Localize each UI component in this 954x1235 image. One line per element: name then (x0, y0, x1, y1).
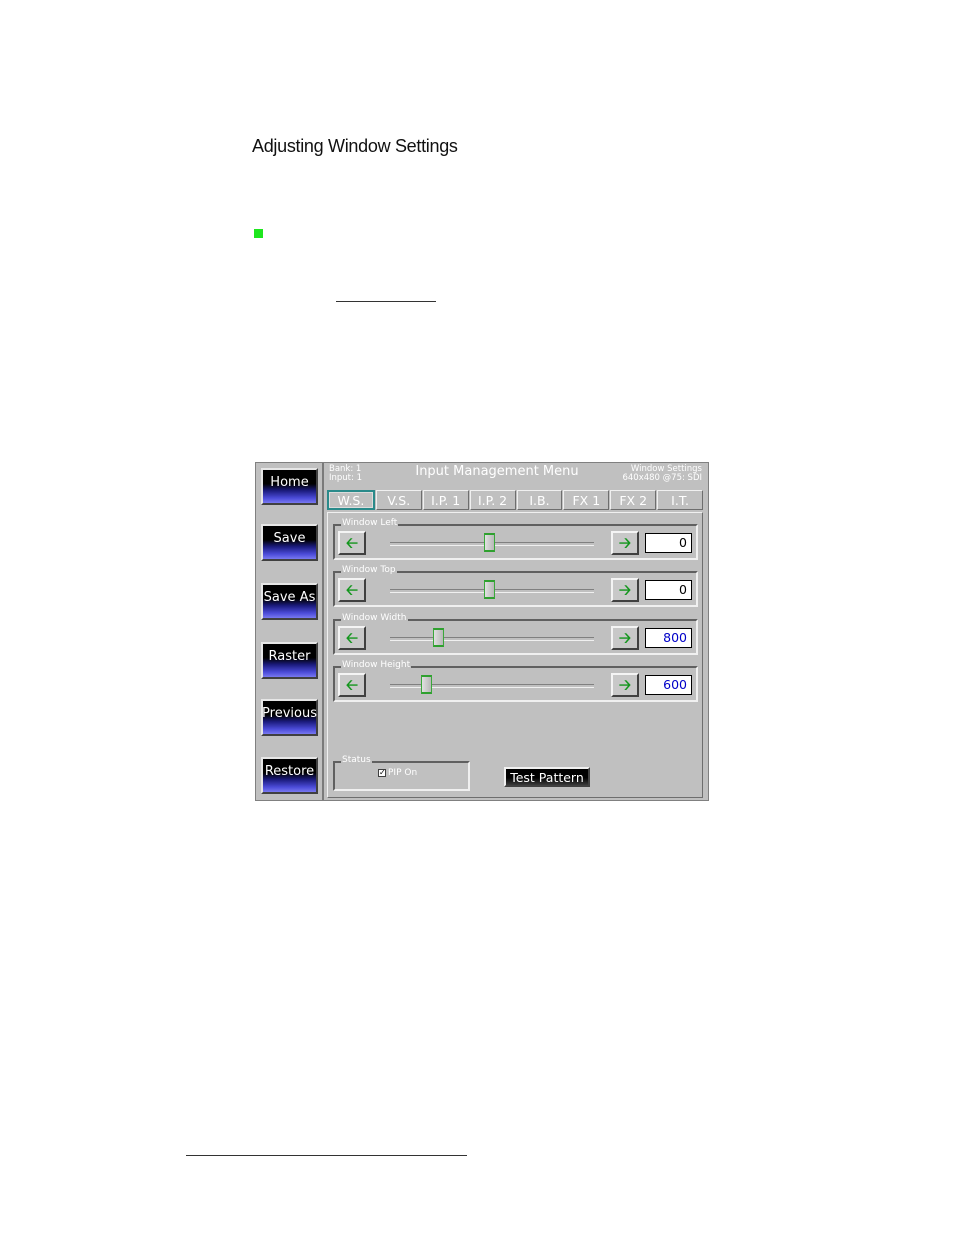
window-width-value[interactable]: 800 (645, 628, 692, 648)
previous-button[interactable]: Previous (261, 699, 318, 736)
window-height-value[interactable]: 600 (645, 675, 692, 695)
right-arrow-icon: 🡢 (618, 533, 632, 552)
underline-rule (336, 301, 436, 302)
tab-it[interactable]: I.T. (657, 490, 703, 510)
right-arrow-icon: 🡢 (618, 675, 632, 694)
status-group: Status ✓ PIP On (333, 755, 470, 791)
bullet-marker (254, 229, 263, 238)
window-width-label: Window Width (341, 613, 408, 623)
window-top-increase-button[interactable]: 🡢 (611, 578, 639, 602)
window-left-label: Window Left (341, 518, 399, 528)
menu-main: Bank: 1 Input: 1 Input Management Menu W… (324, 463, 708, 800)
tab-ib[interactable]: I.B. (516, 490, 563, 510)
tab-ip2[interactable]: I.P. 2 (469, 490, 516, 510)
pip-on-label: PIP On (388, 768, 418, 778)
window-height-decrease-button[interactable]: 🡠 (338, 673, 366, 697)
menu-title: Input Management Menu (415, 464, 579, 479)
left-arrow-icon: 🡠 (345, 628, 359, 647)
window-top-label: Window Top (341, 565, 397, 575)
raster-button[interactable]: Raster (261, 642, 318, 679)
home-button[interactable]: Home (261, 468, 318, 505)
right-arrow-icon: 🡢 (618, 580, 632, 599)
right-arrow-icon: 🡢 (618, 628, 632, 647)
window-top-decrease-button[interactable]: 🡠 (338, 578, 366, 602)
window-width-group: Window Width 🡠 🡢 800 (333, 613, 698, 655)
window-left-decrease-button[interactable]: 🡠 (338, 531, 366, 555)
tab-fx2[interactable]: FX 2 (610, 490, 657, 510)
section-heading: Adjusting Window Settings (252, 136, 458, 156)
format-label: 640x480 @75: SDI (622, 473, 702, 483)
status-label: Status (341, 755, 372, 765)
window-left-value[interactable]: 0 (645, 533, 692, 553)
test-pattern-button[interactable]: Test Pattern (504, 767, 590, 787)
sidebar: Home Save Save As Raster Previous Restor… (256, 463, 324, 800)
footer-rule (186, 1155, 467, 1156)
window-width-decrease-button[interactable]: 🡠 (338, 626, 366, 650)
window-top-slider-thumb[interactable] (484, 580, 496, 599)
tab-fx1[interactable]: FX 1 (563, 490, 610, 510)
window-width-slider-thumb[interactable] (433, 628, 445, 647)
save-button[interactable]: Save (261, 524, 318, 561)
tab-content: Window Left 🡠 🡢 0 Window Top 🡠 🡢 0 Windo… (327, 512, 703, 798)
window-width-increase-button[interactable]: 🡢 (611, 626, 639, 650)
pip-on-checkbox-row[interactable]: ✓ PIP On (378, 768, 417, 778)
pip-on-checkbox[interactable]: ✓ (378, 769, 386, 777)
window-height-slider-thumb[interactable] (421, 675, 433, 694)
window-top-value[interactable]: 0 (645, 580, 692, 600)
restore-button[interactable]: Restore (261, 757, 318, 794)
window-left-group: Window Left 🡠 🡢 0 (333, 518, 698, 560)
input-management-panel: Home Save Save As Raster Previous Restor… (255, 462, 709, 801)
window-top-group: Window Top 🡠 🡢 0 (333, 565, 698, 607)
window-left-slider-thumb[interactable] (484, 533, 496, 552)
header-mode-format: Window Settings 640x480 @75: SDI (622, 465, 702, 483)
window-height-label: Window Height (341, 660, 412, 670)
tab-vs[interactable]: V.S. (375, 490, 422, 510)
window-height-increase-button[interactable]: 🡢 (611, 673, 639, 697)
save-as-button[interactable]: Save As (261, 583, 318, 620)
window-width-slider-track[interactable] (390, 637, 594, 641)
left-arrow-icon: 🡠 (345, 675, 359, 694)
left-arrow-icon: 🡠 (345, 580, 359, 599)
window-left-increase-button[interactable]: 🡢 (611, 531, 639, 555)
window-height-group: Window Height 🡠 🡢 600 (333, 660, 698, 702)
left-arrow-icon: 🡠 (345, 533, 359, 552)
tab-ws[interactable]: W.S. (327, 490, 375, 510)
tab-bar: W.S. V.S. I.P. 1 I.P. 2 I.B. FX 1 FX 2 I… (327, 490, 703, 512)
tab-ip1[interactable]: I.P. 1 (422, 490, 469, 510)
